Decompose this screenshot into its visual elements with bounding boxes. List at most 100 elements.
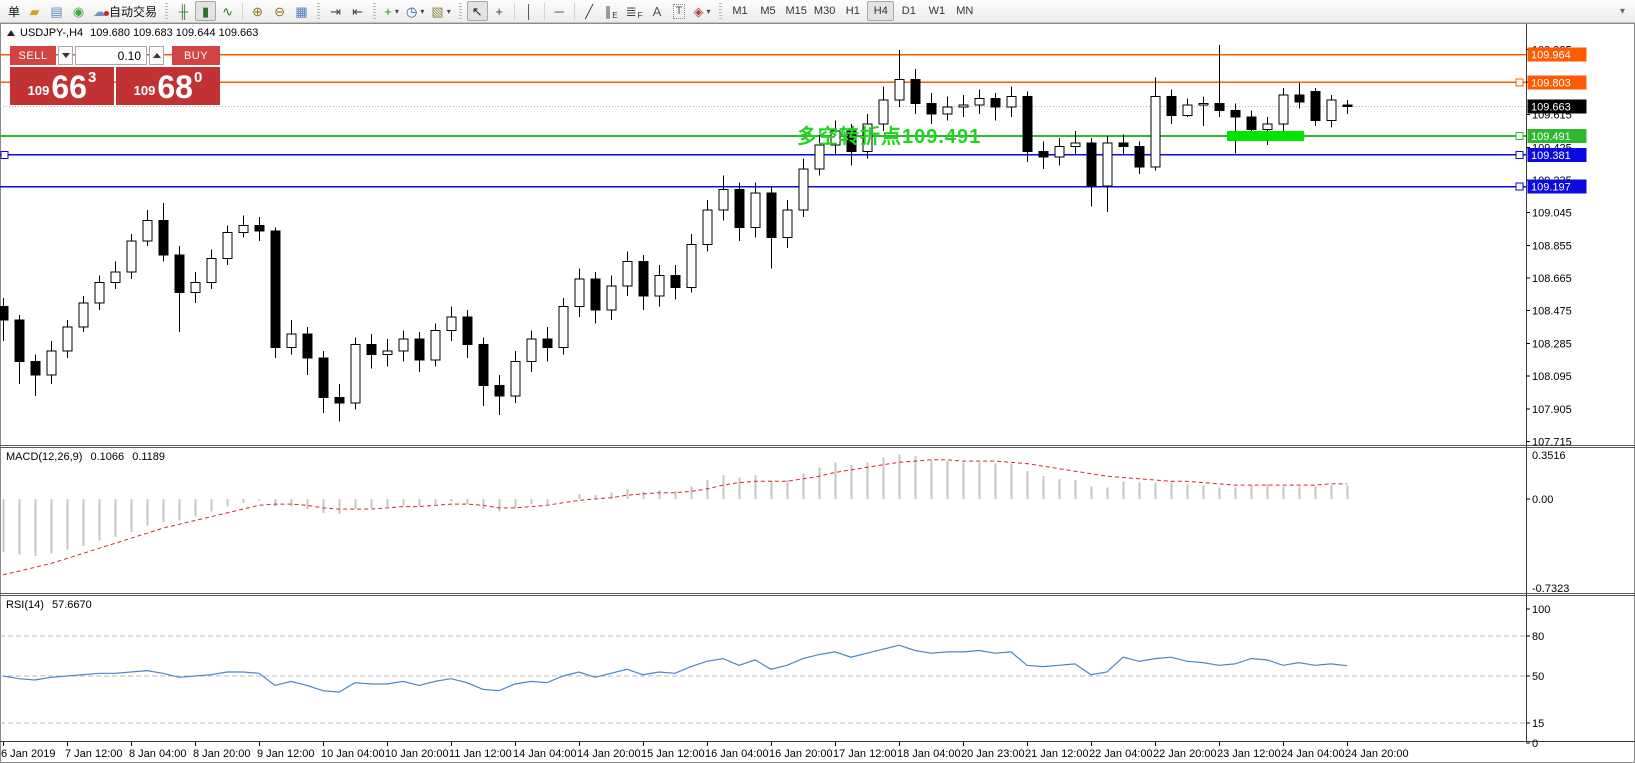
time-label: 17 Jan 12:00 [833,748,897,760]
time-label: 14 Jan 04:00 [513,748,577,760]
crosshair-tool-button[interactable]: + [489,1,510,21]
candle [319,358,328,398]
add-indicator-button[interactable]: +▾ [381,1,402,21]
icon-letter: F [638,11,643,20]
line-chart-button[interactable]: ∿ [217,1,238,21]
tile-windows-button[interactable]: ▦ [291,1,312,21]
bar-chart-icon: ╫ [179,5,188,18]
label-tool-button[interactable]: T [669,1,690,21]
candle [223,232,232,258]
line-handle[interactable] [1516,79,1523,86]
candle [1231,110,1240,117]
candle [703,210,712,244]
price-tick-label: 108.285 [1532,338,1572,350]
time-label: 14 Jan 20:00 [577,748,641,760]
timeframe-h4-button[interactable]: H4 [867,1,894,21]
red-dot-icon [104,11,109,16]
price-label: 109.381 [1531,150,1571,162]
line-handle[interactable] [1516,132,1523,139]
timeframe-m5-button[interactable]: M5 [755,1,782,21]
candle [783,210,792,238]
candle [303,334,312,358]
symbol-period-label: USDJPY-,H4 [20,27,83,39]
candlestick-chart-icon: ▮ [202,5,209,18]
price-label: 109.803 [1531,77,1571,89]
arrows-tool-button[interactable]: ◈▾ [691,1,714,21]
candle [671,275,680,287]
candle [1199,103,1208,105]
channel-tool-button[interactable]: ∥E [601,1,622,21]
ohlc-quotes: 109.680 109.683 109.644 109.663 [90,27,258,39]
price-chart: 109.995109.805109.615109.425109.235109.0… [0,0,1635,763]
candle [1167,97,1176,116]
new-order-button[interactable]: 单 [2,1,23,21]
timeframe-m30-button[interactable]: M30 [811,1,838,21]
volume-input[interactable] [75,46,147,65]
timeframe-m15-button[interactable]: M15 [783,1,810,21]
gold-icon: ▰ [30,5,40,18]
buy-price-button[interactable]: 109 68 0 [116,67,220,105]
cursor-tool-button[interactable]: ↖ [467,1,488,21]
bar-chart-button[interactable]: ╫ [173,1,194,21]
highlight-rect[interactable] [1227,131,1304,141]
sell-price-button[interactable]: 109 66 3 [10,67,114,105]
candlestick-chart-button[interactable]: ▮ [195,1,216,21]
time-label: 11 Jan 12:00 [449,748,512,760]
sell-button[interactable]: SELL [10,46,56,65]
volume-decrease-button[interactable] [58,46,73,65]
candle [1071,143,1080,146]
autotrade-button[interactable]: ☁自动交易 [90,1,160,21]
timeframe-d1-button[interactable]: D1 [895,1,922,21]
candle [335,398,344,403]
vertical-line-tool-button[interactable]: │ [519,1,540,21]
templates-button[interactable]: ▧▾ [428,1,453,21]
chart-annotation-text[interactable]: 多空转折点109.491 [797,120,981,149]
text-tool-button[interactable]: A [647,1,668,21]
candle [911,79,920,103]
price-tick-label: 108.665 [1532,273,1572,285]
time-label: 16 Jan 04:00 [705,748,769,760]
fibonacci-tool-button[interactable]: ≣F [623,1,646,21]
signals-button[interactable]: ◉ [68,1,89,21]
timeframe-m1-button[interactable]: M1 [727,1,754,21]
gold-button[interactable]: ▰ [24,1,45,21]
macd-scale-label: 0.3516 [1532,450,1566,462]
time-label: 10 Jan 20:00 [385,748,449,760]
time-label: 23 Jan 12:00 [1217,748,1281,760]
chart-shift-button[interactable]: ⇤ [347,1,368,21]
candle [1055,146,1064,156]
terminal-icon: ▤ [50,5,62,18]
buy-price-sup: 0 [194,69,202,86]
toolbar-overflow-button[interactable]: ▾ [1614,5,1631,18]
candle [511,361,520,395]
rsi-value: 57.6670 [52,599,92,611]
time-label: 16 Jan 20:00 [769,748,833,760]
buy-button[interactable]: BUY [172,46,220,65]
periods-button[interactable]: ◷▾ [403,1,427,21]
timeframe-mn-button[interactable]: MN [951,1,978,21]
icon-letter: E [612,11,617,20]
horizontal-line-tool-button[interactable]: ─ [549,1,570,21]
zoom-in-button[interactable]: ⊕ [247,1,268,21]
timeframe-w1-button[interactable]: W1 [923,1,950,21]
collapse-arrow-icon[interactable] [7,30,15,36]
volume-increase-button[interactable] [149,46,164,65]
line-handle[interactable] [1516,151,1523,158]
zoom-out-button[interactable]: ⊖ [269,1,290,21]
candle [495,386,504,396]
add-indicator-icon: + [384,5,392,18]
trendline-tool-button[interactable]: ╱ [579,1,600,21]
sell-price-big: 66 [51,73,87,101]
auto-scroll-button[interactable]: ⇥ [325,1,346,21]
candle [975,98,984,105]
timeframe-h1-button[interactable]: H1 [839,1,866,21]
line-handle[interactable] [1,151,8,158]
candle [351,344,360,402]
candle [719,189,728,210]
candle [543,339,552,348]
price-tick-label: 108.095 [1532,371,1572,383]
candle [1023,97,1032,152]
candle [287,334,296,348]
terminal-button[interactable]: ▤ [46,1,67,21]
line-handle[interactable] [1516,183,1523,190]
